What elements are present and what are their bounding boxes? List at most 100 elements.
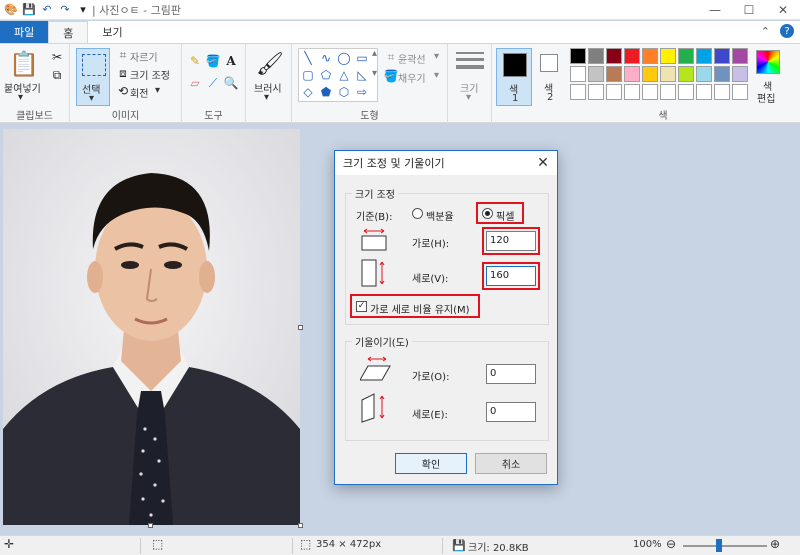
undo-icon[interactable]: ↶ [40, 3, 54, 17]
zoom-slider-track[interactable] [683, 545, 767, 547]
crop-icon[interactable]: ⌗ [116, 48, 130, 62]
collapse-ribbon-icon[interactable]: ⌃ [761, 25, 770, 38]
resize-handle-corner[interactable] [298, 523, 303, 528]
select-button[interactable]: 선택 ▾ [76, 48, 110, 106]
fill-dropdown-icon[interactable]: ▾ [434, 70, 439, 81]
cancel-button[interactable]: 취소 [475, 453, 547, 474]
triangle-shape-icon[interactable]: △ [337, 68, 351, 82]
outline-dropdown-icon[interactable]: ▾ [434, 51, 439, 62]
rotate-button[interactable]: 회전 [130, 85, 148, 100]
palette-color-swatch[interactable] [660, 66, 676, 82]
palette-color-swatch[interactable] [588, 66, 604, 82]
palette-color-swatch[interactable] [624, 66, 640, 82]
oval-shape-icon[interactable]: ◯ [337, 51, 351, 65]
palette-custom-swatch[interactable] [714, 84, 730, 100]
tab-view[interactable]: 보기 [88, 21, 136, 43]
pentagon-shape-icon[interactable]: ⬟ [319, 85, 333, 99]
color-picker-icon[interactable]: ⟋ [206, 76, 220, 90]
palette-color-swatch[interactable] [714, 48, 730, 64]
shapes-scroll-down-icon[interactable]: ▾ [372, 68, 377, 79]
copy-icon[interactable]: ⧉ [50, 68, 64, 82]
tab-file[interactable]: 파일 [0, 21, 49, 43]
maximize-button[interactable]: ☐ [732, 0, 766, 20]
paste-icon[interactable]: 📋 [9, 50, 39, 78]
palette-color-swatch[interactable] [732, 66, 748, 82]
cut-icon[interactable]: ✂ [50, 50, 64, 64]
palette-color-swatch[interactable] [606, 48, 622, 64]
brushes-dropdown-icon[interactable]: ▾ [264, 92, 269, 103]
diamond-shape-icon[interactable]: ◇ [301, 85, 315, 99]
paste-dropdown-icon[interactable]: ▾ [18, 92, 23, 103]
palette-color-swatch[interactable] [642, 66, 658, 82]
help-icon[interactable]: ? [780, 24, 794, 38]
eraser-icon[interactable]: ▱ [188, 76, 202, 90]
palette-color-swatch[interactable] [570, 48, 586, 64]
palette-color-swatch[interactable] [570, 66, 586, 82]
outline-button[interactable]: 윤곽선 [398, 51, 426, 66]
outline-icon[interactable]: ⌗ [384, 50, 398, 64]
palette-color-swatch[interactable] [588, 48, 604, 64]
palette-color-swatch[interactable] [642, 48, 658, 64]
edit-colors-line2[interactable]: 편집 [757, 90, 775, 105]
shapes-scroll-up-icon[interactable]: ▴ [372, 48, 377, 59]
zoom-in-button[interactable]: ⊕ [770, 537, 780, 551]
minimize-button[interactable]: — [698, 0, 732, 20]
rotate-icon[interactable]: ⟲ [116, 84, 130, 98]
edit-colors-icon[interactable] [756, 50, 780, 74]
tab-home[interactable]: 홈 [48, 21, 89, 43]
brush-icon[interactable]: 🖌 [256, 50, 284, 78]
palette-custom-swatch[interactable] [678, 84, 694, 100]
color1-button[interactable]: 색 1 [496, 48, 532, 106]
palette-color-swatch[interactable] [624, 48, 640, 64]
line-shape-icon[interactable]: ╲ [301, 51, 315, 65]
skew-vertical-input[interactable]: 0 [486, 402, 536, 422]
skew-horizontal-input[interactable]: 0 [486, 364, 536, 384]
resize-button[interactable]: 크기 조정 [130, 67, 170, 82]
magnifier-icon[interactable]: 🔍 [224, 76, 239, 90]
rounded-rect-shape-icon[interactable]: ▢ [301, 68, 315, 82]
color2-button[interactable]: 색 2 [532, 48, 568, 106]
arrow-shape-icon[interactable]: ⇨ [355, 85, 369, 99]
save-icon[interactable]: 💾 [22, 3, 36, 17]
palette-color-swatch[interactable] [714, 66, 730, 82]
palette-color-swatch[interactable] [678, 66, 694, 82]
curve-shape-icon[interactable]: ∿ [319, 51, 333, 65]
redo-icon[interactable]: ↷ [58, 3, 72, 17]
palette-color-swatch[interactable] [678, 48, 694, 64]
zoom-slider-thumb[interactable] [716, 539, 723, 552]
palette-custom-swatch[interactable] [696, 84, 712, 100]
customize-quick-access-icon[interactable]: ▾ [76, 3, 90, 17]
rotate-dropdown-icon[interactable]: ▾ [155, 85, 160, 96]
size-dropdown-icon[interactable]: ▾ [466, 92, 471, 103]
dialog-close-button[interactable]: ✕ [533, 153, 553, 173]
resize-icon[interactable]: ⧈ [116, 66, 130, 80]
resize-handle-bottom[interactable] [148, 523, 153, 528]
right-triangle-shape-icon[interactable]: ◺ [355, 68, 369, 82]
palette-color-swatch[interactable] [696, 48, 712, 64]
palette-custom-swatch[interactable] [606, 84, 622, 100]
crop-button[interactable]: 자르기 [130, 49, 158, 64]
zoom-out-button[interactable]: ⊖ [666, 537, 676, 551]
palette-custom-swatch[interactable] [570, 84, 586, 100]
text-icon[interactable]: A [224, 54, 238, 68]
percent-label[interactable]: 백분율 [426, 208, 454, 223]
palette-custom-swatch[interactable] [588, 84, 604, 100]
resize-handle-right[interactable] [298, 325, 303, 330]
palette-custom-swatch[interactable] [642, 84, 658, 100]
hexagon-shape-icon[interactable]: ⬡ [337, 85, 351, 99]
canvas-image[interactable] [3, 129, 300, 525]
fill-icon[interactable]: 🪣 [384, 69, 399, 83]
close-window-button[interactable]: ✕ [766, 0, 800, 20]
percent-radio[interactable] [412, 208, 423, 219]
shapes-gallery[interactable]: ╲ ∿ ◯ ▭ ▢ ⬠ △ ◺ ◇ ⬟ ⬡ ⇨ [298, 48, 378, 102]
polygon-shape-icon[interactable]: ⬠ [319, 68, 333, 82]
fill-bucket-icon[interactable]: 🪣 [206, 54, 221, 68]
palette-custom-swatch[interactable] [732, 84, 748, 100]
fill-button[interactable]: 채우기 [398, 70, 426, 85]
palette-color-swatch[interactable] [606, 66, 622, 82]
ok-button[interactable]: 확인 [395, 453, 467, 474]
palette-color-swatch[interactable] [732, 48, 748, 64]
palette-color-swatch[interactable] [660, 48, 676, 64]
palette-custom-swatch[interactable] [624, 84, 640, 100]
rectangle-shape-icon[interactable]: ▭ [355, 51, 369, 65]
